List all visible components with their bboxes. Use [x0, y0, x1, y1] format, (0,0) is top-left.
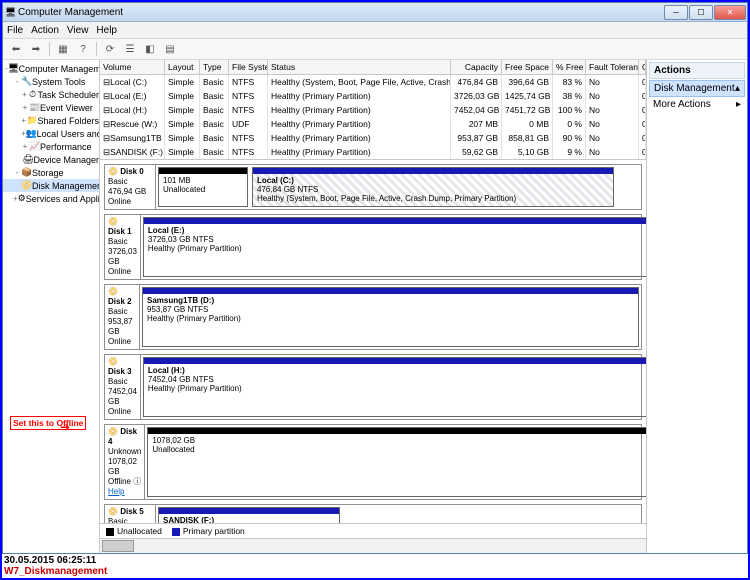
nav-tree[interactable]: -🖥 Computer Management (Local-🔧 System T…: [3, 60, 100, 553]
annotation-callout: Set this to Offline: [10, 416, 86, 430]
partition[interactable]: Local (H:)7452,04 GB NTFSHealthy (Primar…: [143, 357, 646, 417]
back-button[interactable]: ⬅: [7, 41, 25, 57]
titlebar[interactable]: 🖥 Computer Management ─ ☐ ✕: [3, 3, 747, 22]
actions-pane: Actions Disk Management ▴ More Actions ▸: [647, 60, 747, 553]
disk-info[interactable]: 📀 Disk 4Unknown1078,02 GBOffline ⓘHelp: [105, 425, 145, 499]
col-header[interactable]: % Free: [553, 60, 586, 74]
col-header[interactable]: Overhead: [639, 60, 646, 74]
volume-row[interactable]: ⊟Rescue (W:)SimpleBasicUDFHealthy (Prima…: [100, 117, 646, 131]
tree-item[interactable]: +📈 Performance: [3, 140, 99, 153]
actions-more[interactable]: More Actions ▸: [649, 97, 745, 112]
volume-row[interactable]: ⊟Local (H:)SimpleBasicNTFSHealthy (Prima…: [100, 103, 646, 117]
col-header[interactable]: Type: [200, 60, 229, 74]
footer-label: W7_Diskmanagement: [4, 566, 107, 577]
disk-info[interactable]: 📀 Disk 1Basic3726,03 GBOnline: [105, 215, 141, 279]
col-header[interactable]: File System: [229, 60, 268, 74]
tree-item[interactable]: -🖥 Computer Management (Local: [3, 62, 99, 75]
help-button[interactable]: ?: [74, 41, 92, 57]
partition[interactable]: SANDISK (F:)59,62 GB NTFSHealthy (Primar…: [158, 507, 340, 523]
volume-row[interactable]: ⊟Local (E:)SimpleBasicNTFSHealthy (Prima…: [100, 89, 646, 103]
annotation-arrow-icon: ➔: [60, 420, 70, 434]
tree-item[interactable]: +📁 Shared Folders: [3, 114, 99, 127]
minimize-button[interactable]: ─: [664, 5, 688, 20]
disk-info[interactable]: 📀 Disk 5Basic59,63 GBOnline: [105, 505, 156, 523]
menu-action[interactable]: Action: [31, 25, 59, 36]
tree-item[interactable]: -📦 Storage: [3, 166, 99, 179]
tree-item[interactable]: 🖨 Device Manager: [3, 153, 99, 166]
tree-item[interactable]: +⚙ Services and Applications: [3, 192, 99, 205]
menubar: File Action View Help: [3, 22, 747, 39]
window-title: Computer Management: [18, 7, 664, 18]
view-detail-button[interactable]: ▤: [161, 41, 179, 57]
tree-item[interactable]: +👥 Local Users and Groups: [3, 127, 99, 140]
show-hide-tree-button[interactable]: ▦: [54, 41, 72, 57]
menu-file[interactable]: File: [7, 25, 23, 36]
partition[interactable]: 101 MBUnallocated: [158, 167, 248, 207]
close-button[interactable]: ✕: [714, 5, 746, 20]
refresh-button[interactable]: ⟳: [101, 41, 119, 57]
volume-grid[interactable]: VolumeLayoutTypeFile SystemStatusCapacit…: [100, 60, 646, 160]
volume-row[interactable]: ⊟Samsung1TB (D:)SimpleBasicNTFSHealthy (…: [100, 131, 646, 145]
col-header[interactable]: Layout: [165, 60, 200, 74]
menu-help[interactable]: Help: [96, 25, 117, 36]
tree-h-scroll[interactable]: [100, 538, 646, 553]
disk-row[interactable]: 📀 Disk 5Basic59,63 GBOnlineSANDISK (F:)5…: [104, 504, 642, 523]
actions-selected[interactable]: Disk Management ▴: [649, 80, 745, 97]
app-icon: 🖥: [3, 7, 18, 18]
disk-row[interactable]: 📀 Disk 3Basic7452,04 GBOnlineLocal (H:)7…: [104, 354, 642, 420]
col-header[interactable]: Status: [268, 60, 451, 74]
legend-primary: Primary partition: [183, 526, 245, 536]
volume-row[interactable]: ⊟SANDISK (F:)SimpleBasicNTFSHealthy (Pri…: [100, 145, 646, 159]
disk-row[interactable]: 📀 Disk 0Basic476,94 GBOnline101 MBUnallo…: [104, 164, 642, 210]
disk-row[interactable]: 📀 Disk 4Unknown1078,02 GBOffline ⓘHelp10…: [104, 424, 642, 500]
disk-row[interactable]: 📀 Disk 1Basic3726,03 GBOnlineLocal (E:)3…: [104, 214, 642, 280]
footer-caption: 30.05.2015 06:25:11 W7_Diskmanagement: [4, 555, 107, 577]
tree-item[interactable]: -🔧 System Tools: [3, 75, 99, 88]
center-pane: VolumeLayoutTypeFile SystemStatusCapacit…: [100, 60, 647, 553]
disk-graphical-view[interactable]: 📀 Disk 0Basic476,94 GBOnline101 MBUnallo…: [100, 160, 646, 523]
toolbar: ⬅ ➡ ▦ ? ⟳ ☰ ◧ ▤: [3, 39, 747, 60]
disk-info[interactable]: 📀 Disk 0Basic476,94 GBOnline: [105, 165, 156, 209]
maximize-button[interactable]: ☐: [689, 5, 713, 20]
legend-unallocated: Unallocated: [117, 526, 162, 536]
partition[interactable]: Samsung1TB (D:)953,87 GB NTFSHealthy (Pr…: [142, 287, 639, 347]
view-list-button[interactable]: ☰: [121, 41, 139, 57]
forward-button[interactable]: ➡: [27, 41, 45, 57]
tree-item[interactable]: +⏱ Task Scheduler: [3, 88, 99, 101]
actions-header: Actions: [649, 62, 745, 79]
volume-row[interactable]: ⊟Local (C:)SimpleBasicNTFSHealthy (Syste…: [100, 75, 646, 89]
partition[interactable]: Local (C:)476,84 GB NTFSHealthy (System,…: [252, 167, 614, 207]
disk-row[interactable]: 📀 Disk 2Basic953,87 GBOnlineSamsung1TB (…: [104, 284, 642, 350]
view-bottom-button[interactable]: ◧: [141, 41, 159, 57]
partition[interactable]: Local (E:)3726,03 GB NTFSHealthy (Primar…: [143, 217, 646, 277]
partition[interactable]: 1078,02 GBUnallocated: [147, 427, 646, 497]
col-header[interactable]: Volume: [100, 60, 165, 74]
computer-management-window: 🖥 Computer Management ─ ☐ ✕ File Action …: [2, 2, 748, 554]
tree-item[interactable]: 📀 Disk Management: [3, 179, 99, 192]
disk-info[interactable]: 📀 Disk 3Basic7452,04 GBOnline: [105, 355, 141, 419]
legend: Unallocated Primary partition: [100, 523, 646, 538]
col-header[interactable]: Capacity: [451, 60, 502, 74]
disk-info[interactable]: 📀 Disk 2Basic953,87 GBOnline: [105, 285, 140, 349]
col-header[interactable]: Fault Tolerance: [586, 60, 639, 74]
col-header[interactable]: Free Space: [502, 60, 553, 74]
tree-item[interactable]: +📰 Event Viewer: [3, 101, 99, 114]
footer-timestamp: 30.05.2015 06:25:11: [4, 555, 107, 566]
menu-view[interactable]: View: [67, 25, 89, 36]
